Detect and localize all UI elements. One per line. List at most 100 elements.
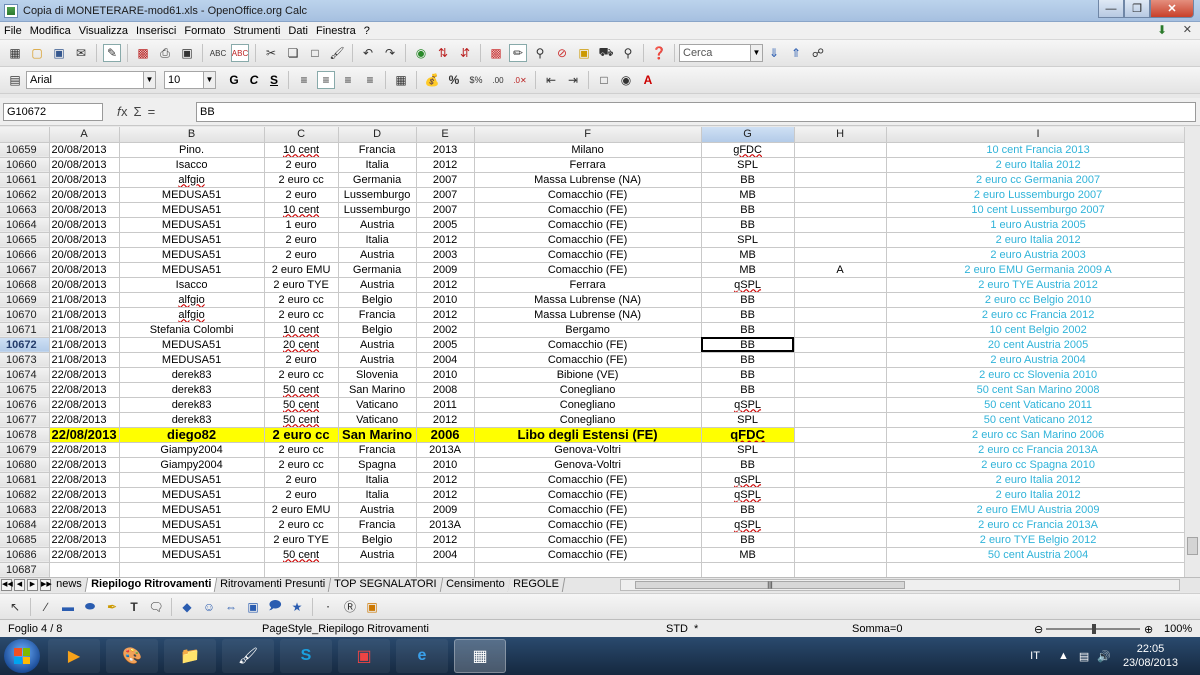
cell-a[interactable]: 20/08/2013 (49, 172, 120, 188)
cell-c[interactable]: 2 euro TYE (264, 532, 339, 548)
cell-b[interactable]: derek83 (119, 367, 265, 383)
cell-c[interactable]: 10 cent (264, 202, 339, 218)
bold-button[interactable]: G (225, 71, 243, 89)
add-decimal-icon[interactable]: .00 (489, 71, 507, 89)
column-header-b[interactable]: B (119, 127, 265, 143)
align-right-icon[interactable]: ≡ (339, 71, 357, 89)
cell-f[interactable]: Bergamo (474, 322, 702, 338)
cell-b[interactable]: diego82 (119, 427, 265, 443)
cell-d[interactable]: Belgio (338, 292, 417, 308)
cell-c[interactable]: 2 euro (264, 472, 339, 488)
zoom-in-icon[interactable]: ⊕ (1144, 623, 1153, 636)
sheet-tab-regole[interactable]: REGOLE (508, 578, 566, 592)
cell-e[interactable]: 2004 (416, 352, 475, 368)
cell-h[interactable] (794, 352, 887, 368)
cell-h[interactable] (794, 457, 887, 473)
next-sheet-icon[interactable]: ▶ (27, 579, 38, 591)
row-header[interactable]: 10678 (0, 427, 50, 443)
cell-h[interactable] (794, 142, 887, 158)
styles-icon[interactable]: ▤ (6, 71, 24, 89)
row-header[interactable]: 10664 (0, 217, 50, 233)
cell-a[interactable]: 22/08/2013 (49, 472, 120, 488)
fontwork-icon[interactable]: Ⓡ (341, 598, 359, 616)
cell-i[interactable]: 2 euro Austria 2004 (886, 352, 1191, 368)
maximize-button[interactable]: ❐ (1124, 0, 1150, 18)
minimize-button[interactable]: — (1098, 0, 1124, 18)
cell-f[interactable]: Comacchio (FE) (474, 472, 702, 488)
row-header[interactable]: 10662 (0, 187, 50, 203)
cell-a[interactable]: 20/08/2013 (49, 142, 120, 158)
language-indicator[interactable]: IT (1030, 650, 1040, 662)
cell-e[interactable]: 2007 (416, 172, 475, 188)
cell-g[interactable]: BB (701, 367, 795, 383)
percent-format-icon[interactable]: % (445, 71, 463, 89)
font-name-dropdown-icon[interactable]: ▼ (144, 71, 156, 89)
cell-e[interactable]: 2012 (416, 157, 475, 173)
cell-b[interactable]: MEDUSA51 (119, 247, 265, 263)
sheet-tab-top-segnalatori[interactable]: TOP SEGNALATORI (329, 578, 443, 592)
cell-d[interactable]: Vaticano (338, 397, 417, 413)
internet-explorer-icon[interactable]: e (396, 639, 448, 673)
cut-icon[interactable]: ✂ (262, 44, 280, 62)
cell-a[interactable]: 22/08/2013 (49, 382, 120, 398)
cell-g[interactable]: qSPL (701, 277, 795, 293)
cell-h[interactable] (794, 157, 887, 173)
font-size-dropdown-icon[interactable]: ▼ (204, 71, 216, 89)
cell-g[interactable]: BB (701, 217, 795, 233)
start-button[interactable] (4, 639, 40, 673)
cell-e[interactable]: 2007 (416, 187, 475, 203)
first-sheet-icon[interactable]: ◀◀ (1, 579, 13, 591)
cell-e[interactable]: 2002 (416, 322, 475, 338)
row-header[interactable]: 10675 (0, 382, 50, 398)
cell-g[interactable]: gFDC (701, 142, 795, 158)
cell-c[interactable]: 2 euro cc (264, 292, 339, 308)
cell-h[interactable] (794, 397, 887, 413)
cell-b[interactable]: MEDUSA51 (119, 352, 265, 368)
column-header-i[interactable]: I (886, 127, 1191, 143)
cell-b[interactable]: MEDUSA51 (119, 517, 265, 533)
cell-f[interactable]: Conegliano (474, 412, 702, 428)
cell-h[interactable] (794, 547, 887, 563)
cell-a[interactable]: 21/08/2013 (49, 307, 120, 323)
cell-i[interactable]: 50 cent Vaticano 2012 (886, 412, 1191, 428)
cell-f[interactable]: Comacchio (FE) (474, 487, 702, 503)
row-header[interactable]: 10677 (0, 412, 50, 428)
zoom-out-icon[interactable]: ⊖ (1034, 623, 1043, 636)
cell-g[interactable]: qSPL (701, 397, 795, 413)
cell-g[interactable]: BB (701, 382, 795, 398)
new-document-icon[interactable]: ▦ (6, 44, 24, 62)
cell-h[interactable] (794, 442, 887, 458)
open-folder-icon[interactable]: ▢ (28, 44, 46, 62)
text-icon[interactable]: T (125, 598, 143, 616)
cell-f[interactable]: Ferrara (474, 277, 702, 293)
cell-a[interactable]: 20/08/2013 (49, 217, 120, 233)
cell-a[interactable]: 21/08/2013 (49, 322, 120, 338)
cell-d[interactable]: Italia (338, 157, 417, 173)
cell-f[interactable]: Comacchio (FE) (474, 517, 702, 533)
cell-i[interactable]: 20 cent Austria 2005 (886, 337, 1191, 353)
cell-h[interactable]: A (794, 262, 887, 278)
row-header[interactable]: 10684 (0, 517, 50, 533)
cell-d[interactable]: Francia (338, 142, 417, 158)
cell-e[interactable]: 2012 (416, 232, 475, 248)
cell-f[interactable]: Libo degli Estensi (FE) (474, 427, 702, 443)
menu-item-dati[interactable]: Dati (284, 25, 312, 37)
cell-f[interactable]: Conegliano (474, 382, 702, 398)
cell-f[interactable]: Milano (474, 142, 702, 158)
tray-app-icon[interactable]: ▣ (338, 639, 390, 673)
row-header[interactable]: 10673 (0, 352, 50, 368)
cell-c[interactable]: 2 euro (264, 157, 339, 173)
row-header[interactable]: 10665 (0, 232, 50, 248)
clock[interactable]: 22:05 23/08/2013 (1123, 642, 1178, 670)
cell-g[interactable]: qSPL (701, 487, 795, 503)
cell-b[interactable] (119, 562, 265, 577)
cell-i[interactable]: 10 cent Lussemburgo 2007 (886, 202, 1191, 218)
delete-decimal-icon[interactable]: .0✕ (511, 71, 529, 89)
cell-c[interactable]: 10 cent (264, 142, 339, 158)
hyperlink-icon[interactable]: ◉ (412, 44, 430, 62)
cell-g[interactable]: SPL (701, 232, 795, 248)
cell-a[interactable]: 22/08/2013 (49, 547, 120, 563)
cell-i[interactable]: 2 euro Italia 2012 (886, 232, 1191, 248)
cell-a[interactable]: 20/08/2013 (49, 187, 120, 203)
cell-a[interactable]: 22/08/2013 (49, 457, 120, 473)
